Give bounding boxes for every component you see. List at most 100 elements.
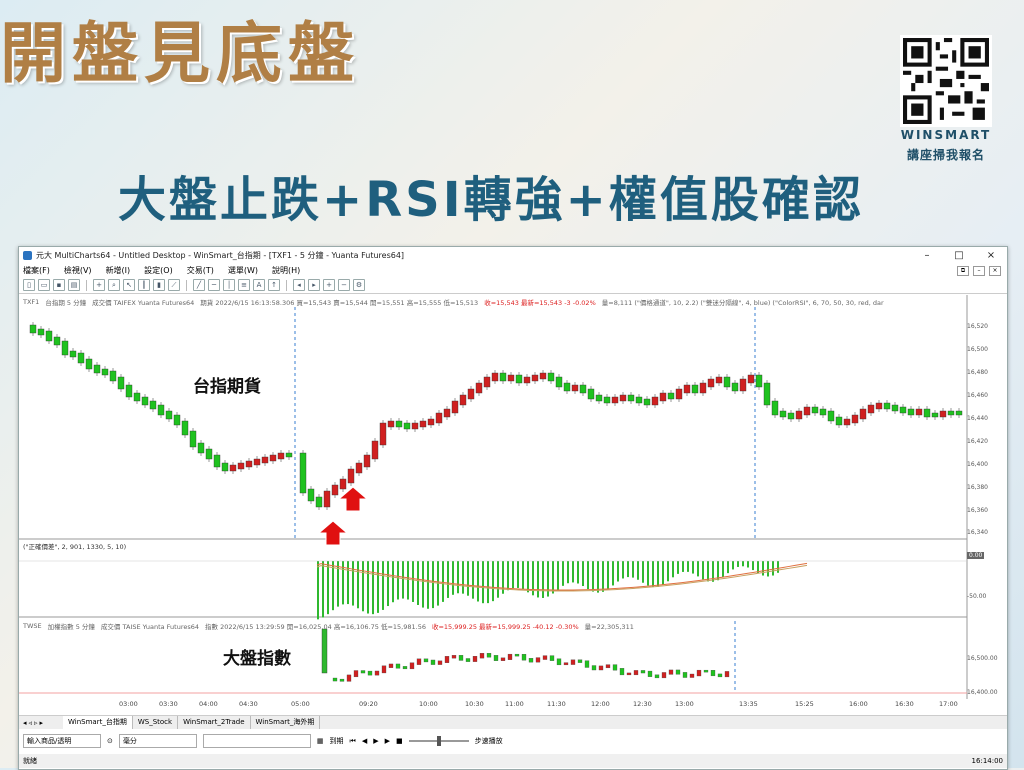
indicator-bar [412, 561, 414, 602]
indicator-bar [447, 561, 449, 598]
bar-icon[interactable]: ┃ [138, 279, 150, 291]
index-candle [374, 670, 380, 676]
candle [683, 384, 691, 394]
tab-ws-stock[interactable]: WS_Stock [133, 716, 179, 729]
candle [835, 416, 843, 426]
candle [747, 374, 755, 384]
step-back-icon[interactable]: ◀ [362, 737, 367, 745]
menu-settings[interactable]: 設定(O) [144, 265, 173, 276]
tab-first-icon[interactable]: ◂ [23, 719, 27, 727]
candle [955, 410, 963, 416]
candle [587, 388, 595, 400]
candle [427, 418, 435, 426]
index-candle [654, 674, 660, 679]
indicator-bar [367, 561, 369, 614]
indicator-bar [327, 561, 329, 615]
indicator-bar [517, 561, 519, 588]
candle [149, 400, 157, 410]
tab-winsmart-2trade[interactable]: WinSmart_2Trade [178, 716, 251, 729]
index-candle [437, 660, 443, 665]
candle [867, 404, 875, 414]
index-candle [619, 668, 625, 676]
index-tick: 16,500.00 [967, 655, 998, 662]
mode-label[interactable]: 到期 [330, 736, 344, 746]
menu-trade[interactable]: 交易(T) [187, 265, 214, 276]
save-icon[interactable]: ▪ [53, 279, 65, 291]
zoom-in-icon[interactable]: + [323, 279, 335, 291]
rewind-icon[interactable]: ⏮ [350, 737, 356, 746]
minimize-child-icon[interactable]: – [973, 265, 985, 276]
candle [69, 350, 77, 358]
index-candle [332, 677, 338, 682]
indicator-bar [427, 561, 429, 609]
index-status-prefix: TWSE [23, 622, 42, 630]
candle [125, 384, 133, 398]
text-icon[interactable]: A [253, 279, 265, 291]
indicator-bar [667, 561, 669, 582]
index-status-close: 收=15,999.25 最新=15,999.25 -40.12 -0.30% [431, 623, 579, 631]
time-tick: 04:00 [199, 700, 218, 708]
tab-next-icon[interactable]: ▹ [34, 719, 38, 727]
cursor-icon[interactable]: ↖ [123, 279, 135, 291]
time-tick: 11:30 [547, 700, 566, 708]
symbol-input[interactable]: 輸入商品/透明 [23, 734, 101, 748]
candle [707, 378, 715, 388]
candle [731, 382, 739, 392]
stop-icon[interactable]: ■ [396, 737, 403, 745]
interval-select[interactable]: 毫分 [118, 734, 197, 748]
restore-child-icon[interactable]: ⧉ [957, 265, 969, 276]
play-icon[interactable]: ▶ [373, 737, 378, 745]
menu-file[interactable]: 檔案(F) [23, 265, 50, 276]
trendline-icon[interactable]: ╱ [193, 279, 205, 291]
menu-insert[interactable]: 新增(I) [106, 265, 131, 276]
chart-type-icon[interactable]: ▦ [317, 737, 324, 745]
candle-icon[interactable]: ▮ [153, 279, 165, 291]
candle [157, 404, 165, 416]
close-child-icon[interactable]: × [989, 265, 1001, 276]
indicator-bar [747, 561, 749, 568]
zoom-out-icon[interactable]: − [338, 279, 350, 291]
candle [627, 394, 635, 402]
time-axis: 03:00 03:30 04:00 04:30 05:00 09:20 10:0… [19, 699, 967, 711]
line-icon[interactable]: ⟋ [168, 279, 180, 291]
candle [53, 336, 61, 346]
open-icon[interactable]: ▭ [38, 279, 50, 291]
zoom-icon[interactable]: ⌕ [108, 279, 120, 291]
vline-icon[interactable]: │ [223, 279, 235, 291]
fib-icon[interactable]: ≡ [238, 279, 250, 291]
minimize-button[interactable]: – [911, 250, 943, 261]
tab-winsmart-futures[interactable]: WinSmart_台指期 [63, 716, 133, 729]
new-icon[interactable]: ▯ [23, 279, 35, 291]
tab-prev-icon[interactable]: ◃ [29, 719, 33, 727]
candle [827, 410, 835, 422]
settings-icon[interactable]: ⚙ [353, 279, 365, 291]
qr-code[interactable] [900, 35, 992, 127]
blank-select[interactable] [202, 734, 311, 748]
candle [165, 410, 173, 420]
scroll-right-icon[interactable]: ▸ [308, 279, 320, 291]
hline-icon[interactable]: ─ [208, 279, 220, 291]
close-button[interactable]: × [975, 250, 1007, 261]
maximize-button[interactable]: □ [943, 250, 975, 261]
window-title: 元大 MultiCharts64 - Untitled Desktop - Wi… [36, 251, 405, 260]
menu-help[interactable]: 說明(H) [272, 265, 300, 276]
indicator-bar [537, 561, 539, 598]
price-chart [19, 295, 968, 699]
symbol-go-icon[interactable]: ⊙ [107, 737, 113, 745]
index-candle [661, 672, 667, 679]
candle [419, 420, 427, 428]
arrow-tool-icon[interactable]: ↑ [268, 279, 280, 291]
print-icon[interactable]: ▤ [68, 279, 80, 291]
crosshair-icon[interactable]: + [93, 279, 105, 291]
speed-label: 步速播放 [474, 737, 503, 745]
speed-slider[interactable] [408, 736, 469, 746]
step-forward-icon[interactable]: ▶ [385, 737, 390, 745]
tab-last-icon[interactable]: ▸ [40, 719, 44, 727]
scroll-left-icon[interactable]: ◂ [293, 279, 305, 291]
menu-view[interactable]: 檢視(V) [64, 265, 92, 276]
menu-window[interactable]: 選單(W) [228, 265, 258, 276]
index-candle [724, 671, 730, 678]
index-candle [689, 673, 695, 678]
chart-area[interactable]: TXF1 台指期 5 分鐘 成交價 TAIFEX Yuanta Futures6… [19, 295, 1007, 699]
tab-winsmart-overseas[interactable]: WinSmart_海外期 [251, 716, 321, 729]
